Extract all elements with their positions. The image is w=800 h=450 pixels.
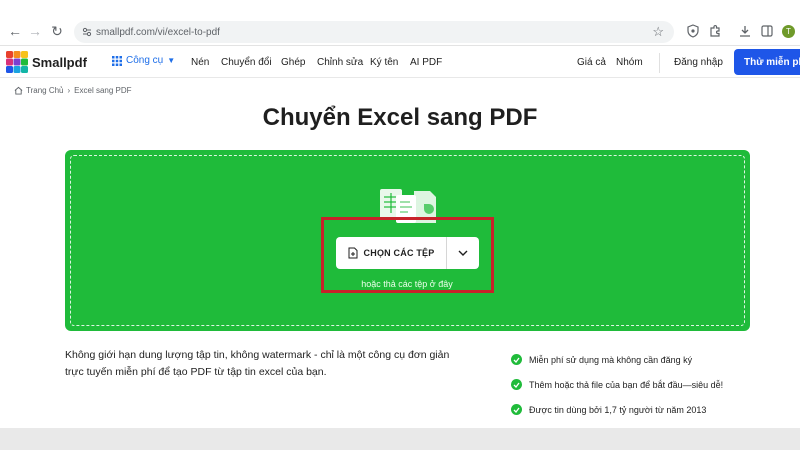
- home-icon: [14, 86, 23, 95]
- extensions-puzzle-icon[interactable]: [708, 24, 722, 38]
- page-bottom-strip: [0, 428, 800, 450]
- feature-item: Miễn phí sử dụng mà không cần đăng ký: [511, 347, 723, 372]
- grid-icon: [112, 55, 122, 66]
- feature-text: Miễn phí sử dụng mà không cần đăng ký: [529, 354, 693, 365]
- nav-teams[interactable]: Nhóm: [616, 57, 643, 68]
- address-bar[interactable]: smallpdf.com/vi/excel-to-pdf ☆: [74, 21, 674, 43]
- shield-extension-icon[interactable]: [686, 24, 700, 38]
- feature-item: Được tin dùng bởi 1,7 tỷ người từ năm 20…: [511, 397, 723, 422]
- nav-sign[interactable]: Ký tên: [370, 57, 398, 68]
- check-circle-icon: [511, 354, 522, 365]
- feature-item: Thêm hoặc thả file của bạn để bắt đầu—si…: [511, 372, 723, 397]
- nav-edit[interactable]: Chỉnh sửa: [317, 57, 363, 68]
- smallpdf-logo-icon[interactable]: [6, 51, 28, 73]
- nav-pricing[interactable]: Giá cả: [577, 57, 606, 68]
- site-header: Smallpdf Công cụ ▼ Nén Chuyển đổi Ghép C…: [0, 47, 800, 78]
- free-trial-button[interactable]: Thử miễn phí: [734, 49, 800, 75]
- breadcrumb-current: Excel sang PDF: [74, 86, 132, 95]
- tool-description: Không giới hạn dung lượng tập tin, không…: [65, 349, 450, 378]
- header-divider: [659, 53, 660, 73]
- site-info-icon[interactable]: [82, 27, 92, 37]
- check-circle-icon: [511, 379, 522, 390]
- logo-text[interactable]: Smallpdf: [32, 55, 87, 70]
- breadcrumb-home[interactable]: Trang Chủ: [26, 86, 64, 95]
- nav-ai-pdf[interactable]: AI PDF: [410, 57, 442, 68]
- feature-list: Miễn phí sử dụng mà không cần đăng ký Th…: [511, 347, 723, 422]
- nav-compress[interactable]: Nén: [191, 57, 209, 68]
- page-title: Chuyển Excel sang PDF: [262, 104, 538, 131]
- tools-label: Công cụ: [126, 55, 164, 66]
- url-text: smallpdf.com/vi/excel-to-pdf: [96, 26, 220, 38]
- feature-text: Thêm hoặc thả file của bạn để bắt đầu—si…: [529, 379, 724, 390]
- reload-icon[interactable]: ↻: [48, 22, 66, 40]
- side-panel-icon[interactable]: [760, 24, 774, 38]
- breadcrumb: Trang Chủ › Excel sang PDF: [14, 86, 132, 95]
- check-circle-icon: [511, 404, 522, 415]
- feature-text: Được tin dùng bởi 1,7 tỷ người từ năm 20…: [529, 404, 707, 415]
- back-icon[interactable]: ←: [6, 22, 24, 40]
- nav-convert[interactable]: Chuyển đổi: [221, 57, 272, 68]
- forward-icon[interactable]: →: [26, 22, 44, 40]
- tools-menu[interactable]: Công cụ ▼: [112, 55, 175, 66]
- breadcrumb-separator: ›: [67, 86, 71, 95]
- nav-merge[interactable]: Ghép: [281, 57, 305, 68]
- caret-down-icon: ▼: [167, 56, 176, 65]
- login-link[interactable]: Đăng nhập: [674, 57, 723, 68]
- annotation-highlight-box: [321, 217, 494, 293]
- browser-toolbar: ← → ↻ smallpdf.com/vi/excel-to-pdf ☆ T: [0, 0, 800, 46]
- profile-avatar[interactable]: T: [782, 25, 795, 38]
- download-icon[interactable]: [738, 24, 752, 38]
- bookmark-star-icon[interactable]: ☆: [652, 24, 664, 40]
